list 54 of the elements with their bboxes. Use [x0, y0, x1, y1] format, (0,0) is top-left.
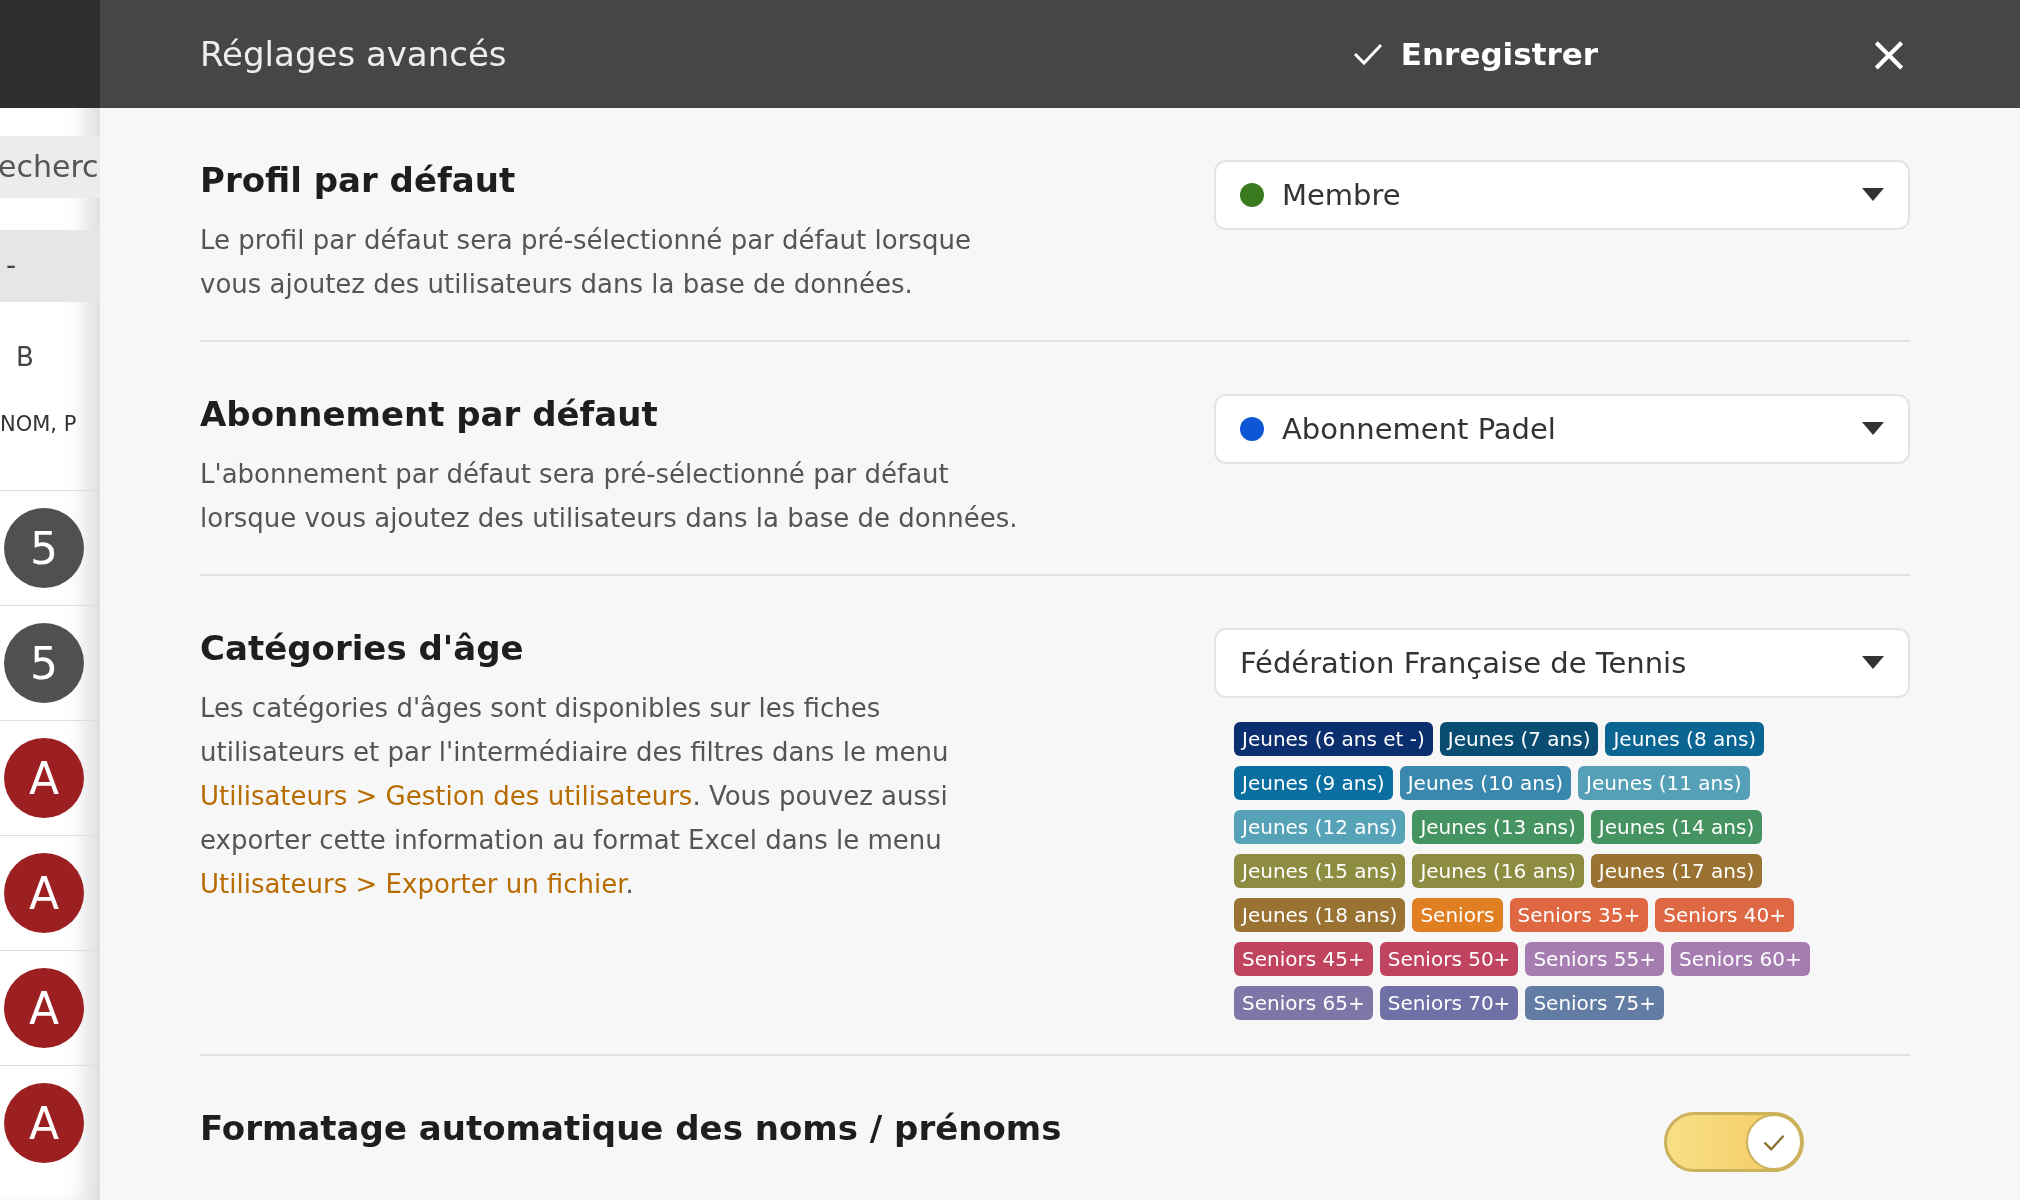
close-button[interactable]: × [1868, 29, 1910, 79]
filter-field[interactable]: - [0, 230, 100, 302]
category-tag: Jeunes (9 ans) [1234, 766, 1393, 800]
category-tag: Jeunes (14 ans) [1590, 810, 1763, 844]
section-title: Profil par défaut [200, 160, 517, 200]
avatar: A [4, 1083, 84, 1163]
section-title: Abonnement par défaut [200, 394, 659, 434]
category-tag: Jeunes (8 ans) [1605, 722, 1765, 756]
column-header: NOM, P [0, 412, 77, 436]
avatar: A [4, 968, 84, 1048]
category-tag: Seniors 45+ [1234, 942, 1373, 976]
avatar: 5 [4, 623, 84, 703]
category-tag: Seniors 50+ [1379, 942, 1519, 976]
search-field[interactable]: echercl [0, 136, 100, 198]
category-tag: Jeunes (13 ans) [1412, 810, 1584, 844]
category-tag: Jeunes (15 ans) [1234, 854, 1406, 888]
category-tag: Jeunes (17 ans) [1590, 854, 1763, 888]
section-title: Formatage automatique des noms / prénoms [200, 1108, 1063, 1148]
category-tag: Seniors [1412, 898, 1503, 932]
menu-link[interactable]: Utilisateurs > Exporter un fichier [200, 869, 626, 899]
category-tag: Jeunes (12 ans) [1234, 810, 1406, 844]
avatar: A [4, 853, 84, 933]
section-description: Le profil par défaut sera pré-sélectionné par défaut lorsque vous ajoutez des utilisateurs dans la base de données. [200, 224, 972, 301]
category-tag: Jeunes (11 ans) [1578, 766, 1750, 800]
menu-link[interactable]: Utilisateurs > Gestion des utilisateurs [200, 781, 693, 811]
check-icon [1763, 1133, 1785, 1151]
save-button[interactable]: Enregistrer [1352, 36, 1599, 72]
section-description: L'abonnement par défaut sera pré-sélectionné par défaut lorsque vous ajoutez des utilisateurs dans la base de données. [200, 458, 1019, 535]
dropdown[interactable]: Fédération Française de Tennis [1214, 628, 1910, 698]
category-tag: Seniors 60+ [1671, 942, 1810, 976]
avatar: A [4, 738, 84, 818]
check-icon [1352, 42, 1383, 66]
category-tag: Seniors 65+ [1234, 986, 1373, 1020]
window-title: Réglages avancés [200, 34, 508, 74]
dropdown[interactable]: Abonnement Padel [1214, 394, 1910, 464]
caret-icon [1862, 422, 1884, 436]
caret-icon [1862, 656, 1884, 670]
category-tag: Jeunes (7 ans) [1439, 722, 1599, 756]
category-tag: Seniors 55+ [1525, 942, 1665, 976]
section-title: Catégories d'âge [200, 628, 525, 668]
category-tag: Jeunes (6 ans et -) [1234, 722, 1433, 756]
toggle-switch[interactable] [1664, 1112, 1804, 1172]
category-tag: Seniors 75+ [1525, 986, 1665, 1020]
category-tag: Seniors 35+ [1509, 898, 1649, 932]
category-tag: Jeunes (18 ans) [1234, 898, 1406, 932]
caret-icon [1862, 188, 1884, 202]
letter-tab[interactable]: B [16, 342, 34, 372]
category-tag: Seniors 40+ [1655, 898, 1794, 932]
section-description: Les catégories d'âges sont disponibles sur les fiches utilisateurs et par l'intermédiaire des filtres dans le menu Utilisateurs > Gestion des utilisateurs. Vous pouvez aussi exporter cette information au format Excel dans le menu Utilisateurs > Exporter un fichier. [200, 692, 950, 901]
category-tag: Jeunes (16 ans) [1412, 854, 1584, 888]
dropdown[interactable]: Membre [1214, 160, 1910, 230]
avatar: 5 [4, 508, 84, 588]
category-tag: Seniors 70+ [1379, 986, 1519, 1020]
category-tag: Jeunes (10 ans) [1399, 766, 1572, 800]
